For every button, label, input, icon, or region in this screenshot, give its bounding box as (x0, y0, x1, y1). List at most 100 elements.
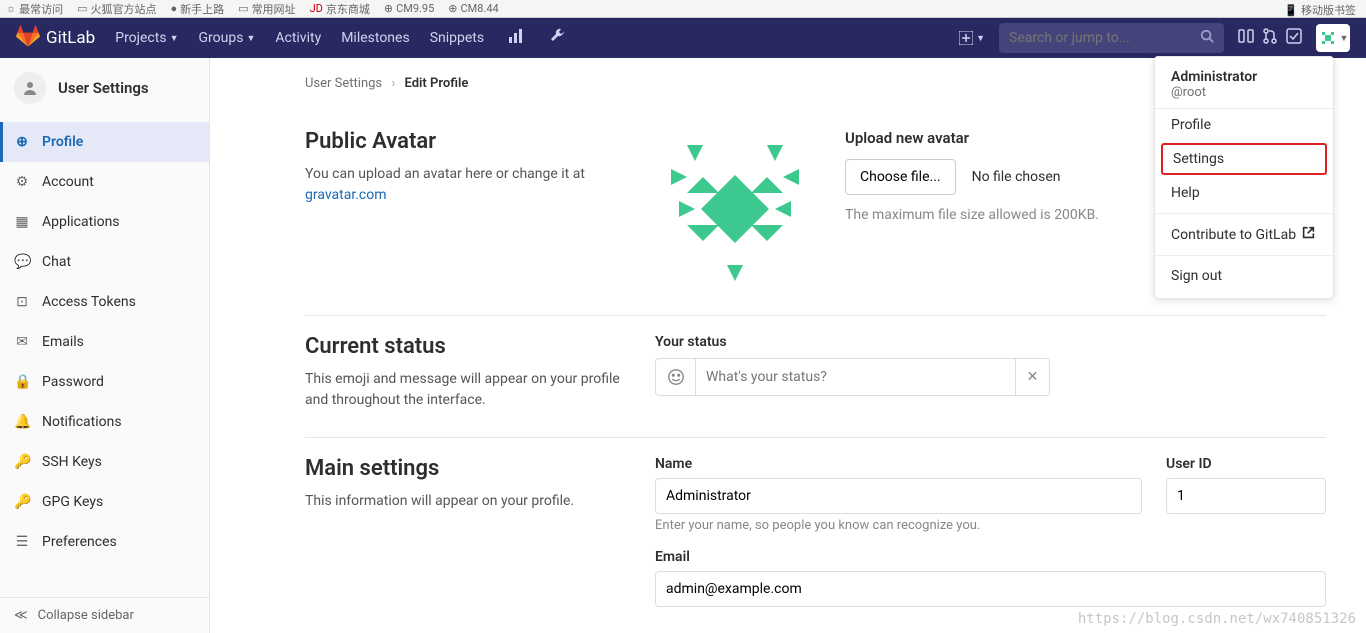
chevron-down-icon: ▼ (170, 33, 179, 44)
search-box[interactable] (999, 23, 1224, 53)
dropdown-username: Administrator (1171, 69, 1317, 85)
dropdown-settings[interactable]: Settings (1161, 143, 1327, 175)
sidebar-item-profile[interactable]: ⊕Profile (0, 122, 209, 162)
bookmark-item[interactable]: ▭ 火狐官方站点 (77, 1, 156, 17)
bookmark-item[interactable]: ● 新手上路 (171, 1, 225, 17)
status-label: Your status (655, 334, 1326, 350)
section-desc: This emoji and message will appear on yo… (305, 369, 625, 411)
nav-projects[interactable]: Projects ▼ (115, 30, 178, 46)
email-icon: ✉ (14, 334, 30, 350)
sidebar-item-gpg-keys[interactable]: 🔑GPG Keys (0, 482, 209, 522)
wrench-icon[interactable] (546, 24, 570, 52)
user-menu-button[interactable]: ▼ (1316, 24, 1350, 52)
browser-bookmark-bar: ☼ 最常访问 ▭ 火狐官方站点 ● 新手上路 ▭ 常用网址 JD 京东商城 ⊕ … (0, 0, 1366, 18)
collapse-icon: ≪ (14, 608, 28, 623)
section-title: Public Avatar (305, 129, 625, 154)
user-icon (14, 72, 46, 104)
issues-icon[interactable] (1234, 24, 1258, 52)
merge-requests-icon[interactable] (1258, 24, 1282, 52)
user-dropdown: Administrator @root Profile Settings Hel… (1154, 56, 1334, 299)
token-icon: ⊡ (14, 294, 30, 310)
external-link-icon (1302, 226, 1315, 243)
profile-icon: ⊕ (14, 134, 30, 150)
graph-icon[interactable] (504, 24, 528, 52)
status-section: Current status This emoji and message wi… (305, 316, 1326, 438)
section-title: Current status (305, 334, 625, 359)
sidebar-item-ssh-keys[interactable]: 🔑SSH Keys (0, 442, 209, 482)
bell-icon: 🔔 (14, 414, 30, 430)
bookmark-item[interactable]: ▭ 常用网址 (238, 1, 295, 17)
dropdown-contribute[interactable]: Contribute to GitLab (1155, 218, 1333, 251)
sidebar-title: User Settings (0, 58, 209, 122)
sidebar-item-password[interactable]: 🔒Password (0, 362, 209, 402)
email-input[interactable] (655, 571, 1326, 607)
section-title: Main settings (305, 456, 625, 481)
sidebar-item-account[interactable]: ⚙Account (0, 162, 209, 202)
tanuki-icon (16, 24, 40, 53)
new-button[interactable]: ▼ (955, 27, 989, 49)
chevron-down-icon: ▼ (976, 33, 985, 44)
avatar-image (655, 129, 815, 289)
dropdown-help[interactable]: Help (1155, 177, 1333, 209)
preferences-icon: ☰ (14, 534, 30, 550)
status-input[interactable] (696, 369, 1015, 385)
top-nav: GitLab Projects ▼ Groups ▼ Activity Mile… (0, 18, 1366, 58)
dropdown-profile[interactable]: Profile (1155, 109, 1333, 141)
sidebar-item-access-tokens[interactable]: ⊡Access Tokens (0, 282, 209, 322)
nav-milestones[interactable]: Milestones (341, 30, 410, 46)
search-icon (1200, 29, 1214, 47)
chevron-down-icon: ▼ (1340, 33, 1349, 44)
sidebar-item-preferences[interactable]: ☰Preferences (0, 522, 209, 562)
userid-label: User ID (1166, 456, 1326, 472)
dropdown-handle: @root (1171, 85, 1317, 100)
section-desc: You can upload an avatar here or change … (305, 164, 625, 206)
email-label: Email (655, 549, 1326, 565)
search-input[interactable] (1009, 30, 1200, 46)
chevron-right-icon: › (391, 76, 395, 91)
avatar-identicon (1318, 28, 1338, 48)
chat-icon: 💬 (14, 254, 30, 270)
applications-icon: ▦ (14, 214, 30, 230)
file-size-hint: The maximum file size allowed is 200KB. (845, 207, 1099, 223)
bookmark-item[interactable]: ⊕ CM8.44 (448, 2, 498, 15)
bookmark-item[interactable]: ⊕ CM9.95 (384, 2, 434, 15)
clear-status-button[interactable]: ✕ (1015, 359, 1049, 395)
todos-icon[interactable] (1282, 24, 1306, 52)
gitlab-logo[interactable]: GitLab (16, 24, 95, 53)
status-input-group: ✕ (655, 358, 1050, 396)
name-hint: Enter your name, so people you know can … (655, 518, 1142, 533)
section-desc: This information will appear on your pro… (305, 491, 625, 512)
file-status: No file chosen (972, 169, 1061, 185)
collapse-sidebar[interactable]: ≪ Collapse sidebar (0, 597, 209, 633)
sidebar-item-emails[interactable]: ✉Emails (0, 322, 209, 362)
brand-text: GitLab (46, 28, 95, 48)
chevron-down-icon: ▼ (246, 33, 255, 44)
main-settings-section: Main settings This information will appe… (305, 438, 1326, 633)
userid-input[interactable] (1166, 478, 1326, 514)
gravatar-link[interactable]: gravatar.com (305, 187, 387, 203)
mobile-bookmarks[interactable]: 📱 移动版书签 (1284, 2, 1356, 18)
breadcrumb-root[interactable]: User Settings (305, 76, 382, 91)
nav-groups[interactable]: Groups ▼ (199, 30, 256, 46)
key-icon: 🔑 (14, 454, 30, 470)
sidebar-item-notifications[interactable]: 🔔Notifications (0, 402, 209, 442)
dropdown-signout[interactable]: Sign out (1155, 260, 1333, 292)
sidebar-item-applications[interactable]: ▦Applications (0, 202, 209, 242)
name-input[interactable] (655, 478, 1142, 514)
choose-file-button[interactable]: Choose file... (845, 159, 956, 195)
sidebar-item-chat[interactable]: 💬Chat (0, 242, 209, 282)
upload-title: Upload new avatar (845, 129, 1099, 147)
key-icon: 🔑 (14, 494, 30, 510)
breadcrumb-current: Edit Profile (405, 76, 469, 91)
nav-links: Projects ▼ Groups ▼ Activity Milestones … (115, 30, 484, 46)
emoji-picker-button[interactable] (656, 359, 696, 395)
bookmark-item[interactable]: JD 京东商城 (310, 1, 370, 17)
nav-tool-icons (504, 24, 570, 52)
dropdown-header: Administrator @root (1155, 63, 1333, 109)
bookmark-item[interactable]: ☼ 最常访问 (6, 1, 63, 17)
account-icon: ⚙ (14, 174, 30, 190)
nav-activity[interactable]: Activity (275, 30, 321, 46)
nav-snippets[interactable]: Snippets (430, 30, 484, 46)
sidebar: User Settings ⊕Profile ⚙Account ▦Applica… (0, 58, 210, 633)
lock-icon: 🔒 (14, 374, 30, 390)
